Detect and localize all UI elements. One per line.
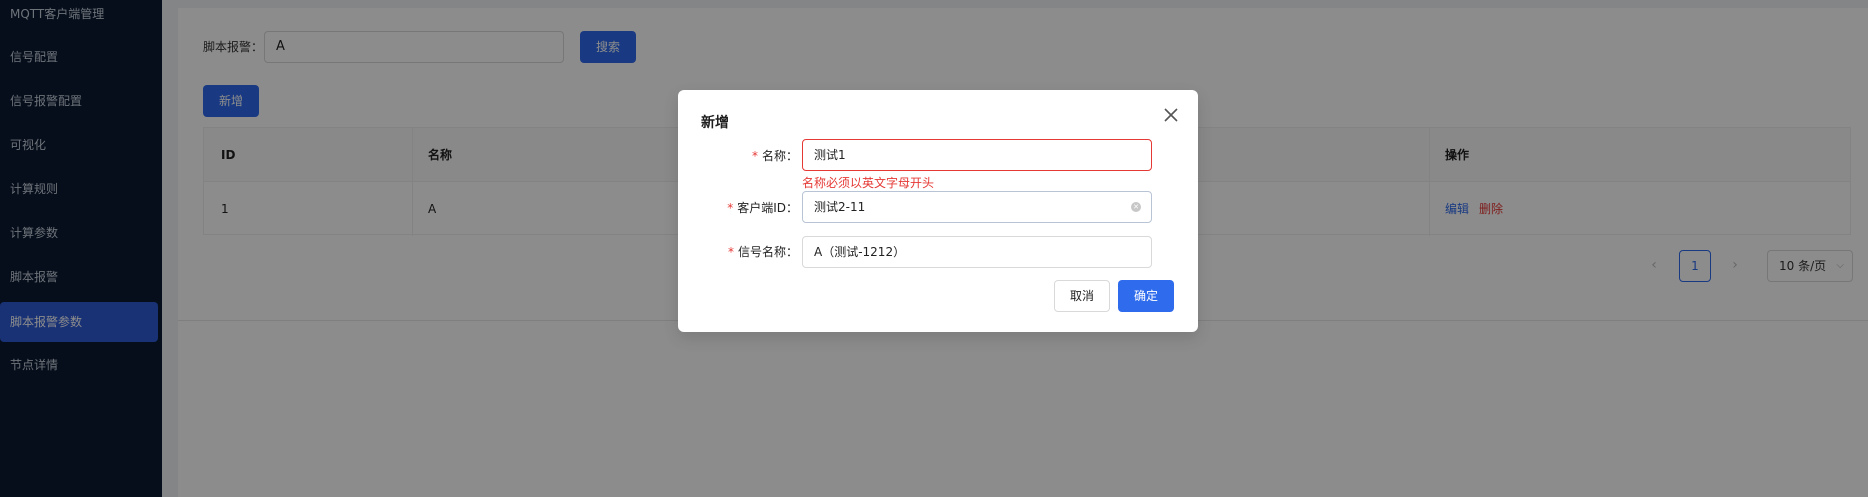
cancel-button[interactable]: 取消 <box>1054 280 1110 312</box>
close-icon[interactable] <box>1162 106 1180 124</box>
modal-title: 新增 <box>701 115 729 131</box>
signal-name-label: * 信号名称： <box>727 245 798 259</box>
client-id-label-text: 客户端ID <box>737 201 786 215</box>
required-mark: * <box>727 245 734 259</box>
signal-name-select[interactable]: A（测试-1212） <box>802 236 1152 268</box>
client-id-select[interactable]: 测试2-11 ✕ <box>802 191 1152 223</box>
client-id-value: 测试2-11 <box>814 200 866 214</box>
name-label: * 名称： <box>751 149 798 163</box>
signal-name-label-text: 信号名称 <box>737 245 786 259</box>
confirm-button[interactable]: 确定 <box>1118 280 1174 312</box>
client-id-label: * 客户端ID： <box>727 201 798 215</box>
name-error-message: 名称必须以英文字母开头 <box>802 176 935 190</box>
required-mark: * <box>751 149 758 163</box>
add-modal: 新增 * 名称： 测试1 名称必须以英文字母开头 * 客户端ID： 测试2-11 ✕… <box>678 90 1198 332</box>
name-input[interactable]: 测试1 <box>802 139 1152 171</box>
required-mark: * <box>727 201 734 215</box>
name-label-text: 名称 <box>761 149 786 163</box>
clear-icon[interactable]: ✕ <box>1131 202 1141 212</box>
